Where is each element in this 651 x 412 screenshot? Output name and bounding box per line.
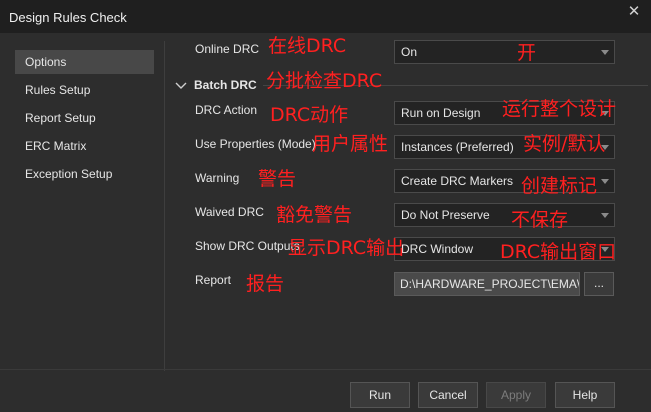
sidebar-item-options[interactable]: Options	[15, 50, 154, 74]
drc-action-label: DRC Action	[195, 103, 258, 117]
annotation-online-drc: 在线DRC	[268, 35, 347, 57]
sidebar-item-erc-matrix[interactable]: ERC Matrix	[15, 134, 154, 158]
annotation-create-markers: 创建标记	[521, 175, 598, 197]
close-icon[interactable]: ✕	[626, 4, 642, 20]
dropdown-arrow-icon	[601, 50, 609, 55]
annotation-drc-window: DRC输出窗口	[500, 241, 617, 263]
annotation-batch-drc: 分批检查DRC	[266, 70, 383, 92]
footer-divider	[0, 369, 651, 370]
sidebar-item-exception-setup[interactable]: Exception Setup	[15, 162, 154, 186]
online-drc-label: Online DRC	[195, 42, 260, 56]
waived-drc-label: Waived DRC	[195, 205, 264, 219]
annotation-do-not-preserve: 不保存	[511, 209, 569, 231]
dropdown-arrow-icon	[601, 179, 609, 184]
show-outputs-label: Show DRC Outputs	[195, 239, 300, 253]
batch-drc-section-label[interactable]: Batch DRC	[194, 78, 257, 92]
chevron-down-icon[interactable]	[175, 81, 187, 91]
dropdown-arrow-icon	[601, 213, 609, 218]
window-title: Design Rules Check	[9, 10, 127, 25]
cancel-button[interactable]: Cancel	[418, 382, 478, 408]
report-browse-button[interactable]: ...	[584, 272, 614, 296]
annotation-run-on-design: 运行整个设计	[502, 98, 617, 120]
annotation-report: 报告	[246, 273, 285, 295]
annotation-show-outputs: 显示DRC输出	[288, 237, 405, 259]
annotation-drc-action: DRC动作	[270, 104, 349, 126]
dialog-body: Options Rules Setup Report Setup ERC Mat…	[0, 33, 651, 412]
run-button[interactable]: Run	[350, 382, 410, 408]
report-label: Report	[195, 273, 232, 287]
apply-button[interactable]: Apply	[486, 382, 546, 408]
options-panel: Online DRC On Batch DRC DRC Action Run o…	[166, 33, 651, 373]
annotation-instances: 实例/默认	[523, 133, 606, 155]
sidebar: Options Rules Setup Report Setup ERC Mat…	[8, 41, 165, 371]
annotation-on: 开	[517, 42, 537, 64]
sidebar-item-report-setup[interactable]: Report Setup	[15, 106, 154, 130]
annotation-use-properties: 用户属性	[312, 133, 389, 155]
report-path-field[interactable]: D:\HARDWARE_PROJECT\EMA\	[394, 272, 580, 296]
title-bar: Design Rules Check ✕	[0, 0, 651, 33]
warning-label: Warning	[195, 171, 240, 185]
help-button[interactable]: Help	[555, 382, 615, 408]
sidebar-item-rules-setup[interactable]: Rules Setup	[15, 78, 154, 102]
online-drc-dropdown[interactable]: On	[394, 40, 615, 64]
online-drc-value: On	[401, 45, 418, 59]
annotation-warning: 警告	[258, 168, 297, 190]
use-properties-label: Use Properties (Mode)	[195, 137, 316, 151]
annotation-waived-drc: 豁免警告	[276, 204, 353, 226]
waived-drc-dropdown[interactable]: Do Not Preserve	[394, 203, 615, 227]
